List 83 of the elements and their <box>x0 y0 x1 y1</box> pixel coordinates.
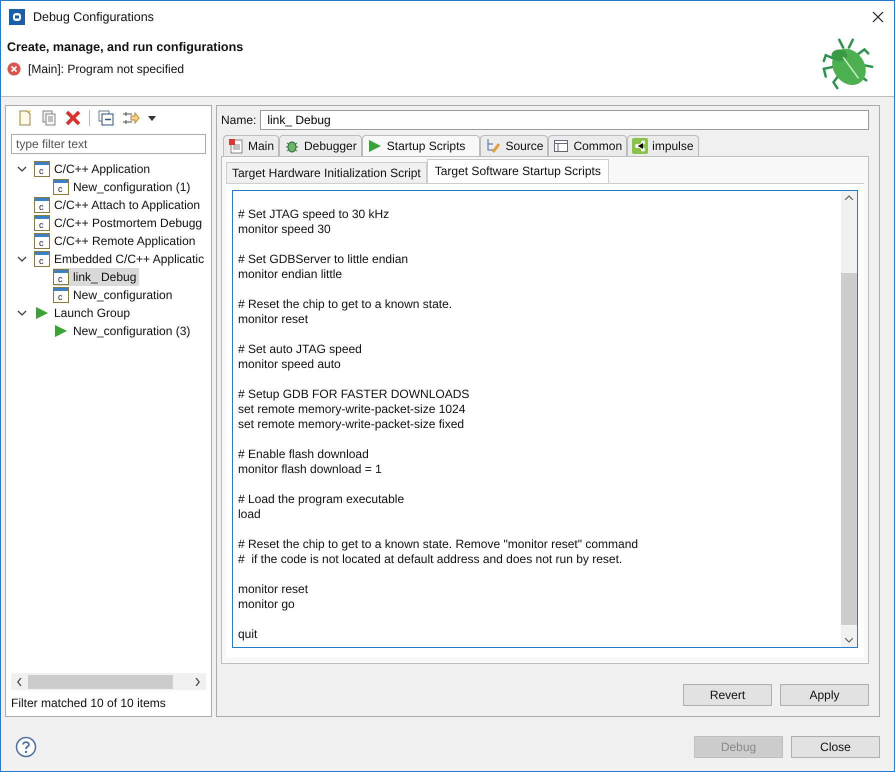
c-file-icon: c <box>53 179 69 195</box>
source-icon <box>485 138 502 154</box>
code-line: load <box>238 507 262 522</box>
filter-status: Filter matched 10 of 10 items <box>11 695 167 712</box>
c-file-icon: c <box>53 287 69 303</box>
c-file-icon: c <box>34 251 50 267</box>
run-icon <box>366 138 383 154</box>
scroll-down-icon[interactable] <box>845 638 853 643</box>
code-line: # if the code is not located at default address and does not run by reset. <box>238 552 624 567</box>
code-line: monitor flash download = 1 <box>238 462 383 477</box>
tab[interactable]: impulse <box>627 135 699 156</box>
dialog-button[interactable]: Apply <box>780 684 869 706</box>
tree-item[interactable]: c link_ Debug <box>53 268 140 286</box>
scroll-right-icon[interactable] <box>195 678 200 686</box>
tree-item[interactable]: New_configuration (3) <box>53 322 194 340</box>
error-message: [Main]: Program not specified <box>28 62 184 76</box>
expand-chevron-icon[interactable] <box>17 164 27 174</box>
c-file-icon: c <box>34 215 50 231</box>
tab[interactable]: Common <box>548 135 628 156</box>
code-line: # Load the program executable <box>238 492 406 507</box>
help-icon[interactable] <box>15 736 37 758</box>
document-icon <box>228 138 244 154</box>
c-file-icon: c <box>34 161 50 177</box>
tree-item[interactable]: c C/C++ Attach to Application <box>34 196 204 214</box>
script-editor[interactable] <box>232 190 858 648</box>
code-line: monitor reset <box>238 582 310 597</box>
scroll-up-icon[interactable] <box>845 195 853 200</box>
collapse-all-icon[interactable] <box>98 110 114 126</box>
tab[interactable]: Startup Scripts <box>362 135 480 156</box>
dialog-button[interactable]: Close <box>791 736 880 758</box>
app-icon <box>9 8 25 24</box>
filter-field[interactable]: type filter text <box>11 134 206 154</box>
table-icon <box>553 138 570 154</box>
close-icon[interactable] <box>872 10 884 22</box>
vertical-scrollbar[interactable] <box>841 191 857 647</box>
code-line: quit <box>238 627 258 642</box>
code-line: # Setup GDB FOR FASTER DOWNLOADS <box>238 387 470 402</box>
tab[interactable]: Target Software Startup Scripts <box>426 159 609 183</box>
code-line: # Set GDBServer to little endian <box>238 252 410 267</box>
c-file-icon: c <box>34 233 50 249</box>
name-field[interactable]: link_ Debug <box>260 110 869 130</box>
code-line: monitor endian little <box>238 267 344 282</box>
filter-icon[interactable] <box>122 110 140 126</box>
code-line: # Enable flash download <box>238 447 370 462</box>
scroll-left-icon[interactable] <box>17 678 22 686</box>
name-label: Name: <box>221 113 256 127</box>
new-file-icon[interactable] <box>17 110 33 126</box>
dialog-button[interactable]: Revert <box>683 684 772 706</box>
expand-chevron-icon[interactable] <box>17 254 27 264</box>
code-line: monitor speed auto <box>238 357 342 372</box>
tab[interactable]: Target Hardware Initialization Script <box>226 162 427 183</box>
tree-item[interactable]: c New_configuration (1) <box>53 178 194 196</box>
tab[interactable]: Main <box>223 135 280 156</box>
code-line: # Set JTAG speed to 30 kHz <box>238 207 390 222</box>
dropdown-caret-icon[interactable] <box>148 116 156 120</box>
tree-item[interactable]: c Embedded C/C++ Applicatic <box>34 250 206 268</box>
code-line: monitor speed 30 <box>238 222 332 237</box>
tree-item[interactable]: Launch Group <box>34 304 134 322</box>
code-line: # Reset the chip to get to a known state. <box>238 297 454 312</box>
expand-chevron-icon[interactable] <box>17 308 27 318</box>
window-title: Debug Configurations <box>33 10 154 24</box>
horizontal-scrollbar[interactable] <box>11 673 206 690</box>
code-line: set remote memory-write-packet-size 1024 <box>238 402 466 417</box>
header-title: Create, manage, and run configurations <box>7 40 244 54</box>
code-line: # Reset the chip to get to a known state. Remove "monitor reset" command <box>238 537 640 552</box>
code-line: set remote memory-write-packet-size fixed <box>238 417 466 432</box>
c-file-icon: c <box>34 197 50 213</box>
code-line: # Set auto JTAG speed <box>238 342 363 357</box>
c-file-icon: c <box>53 269 69 285</box>
run-icon <box>34 305 50 321</box>
share-icon <box>632 138 648 154</box>
duplicate-icon[interactable] <box>41 110 57 126</box>
tree-item[interactable]: c C/C++ Postmortem Debugg <box>34 214 206 232</box>
delete-icon[interactable] <box>65 110 81 126</box>
tab[interactable]: Source <box>480 135 548 156</box>
code-line: monitor reset <box>238 312 310 327</box>
tree-item[interactable]: c C/C++ Application <box>34 160 154 178</box>
error-icon <box>7 62 21 76</box>
code-line: monitor go <box>238 597 296 612</box>
tree-item[interactable]: c C/C++ Remote Application <box>34 232 198 250</box>
tree-item[interactable]: c New_configuration <box>53 286 176 304</box>
run-icon <box>53 323 69 339</box>
tab[interactable]: Debugger <box>279 135 362 156</box>
